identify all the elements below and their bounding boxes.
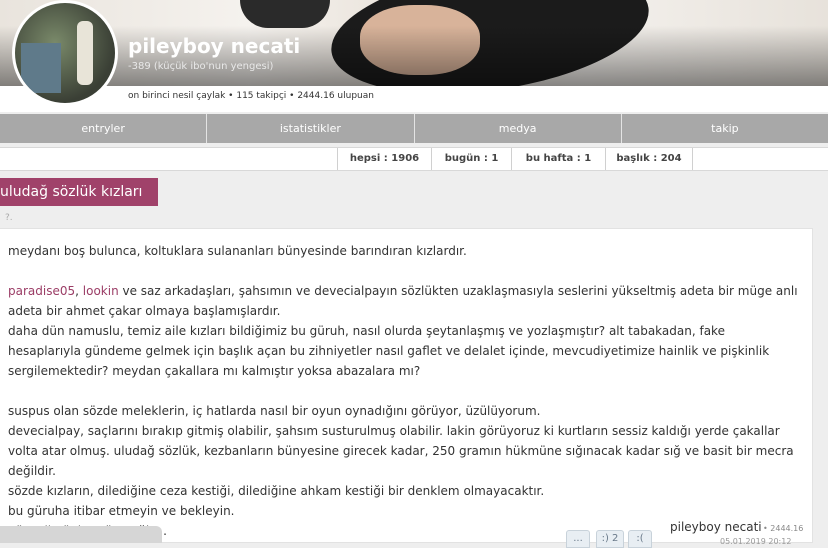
vote-button-other[interactable]: ... — [566, 530, 590, 548]
topic-marker: ?. — [5, 213, 13, 223]
topic-title[interactable]: uludağ sözlük kızları — [0, 178, 158, 206]
entry-toolbar — [0, 526, 162, 543]
entry-line: paradise05, lookin ve saz arkadaşları, ş… — [8, 281, 798, 321]
count-today[interactable]: bugün : 1 — [431, 148, 511, 170]
entry-count-bar: hepsi : 1906 bugün : 1 bu hafta : 1 başl… — [0, 147, 828, 171]
entry-line: suspus olan sözde meleklerin, iç hatlard… — [8, 404, 541, 418]
tab-takip[interactable]: takip — [621, 114, 828, 143]
entry-author-score: • 2444.16 — [763, 524, 804, 533]
entry-line: bu güruha itibar etmeyin ve bekleyin. — [8, 504, 235, 518]
entry-line: daha dün namuslu, temiz aile kızları bil… — [8, 324, 770, 378]
tab-istatistikler[interactable]: istatistikler — [207, 114, 415, 143]
avatar-detail — [21, 43, 61, 93]
profile-header: pileyboy necati -389 (küçük ibo'nun yeng… — [0, 0, 828, 112]
entry-author[interactable]: pileyboy necati — [670, 520, 762, 534]
count-week[interactable]: bu hafta : 1 — [511, 148, 605, 170]
avatar-detail — [77, 21, 93, 85]
entry-line: sözde kızların, dilediğine ceza kestiği,… — [8, 484, 545, 498]
entry-content: meydanı boş bulunca, koltuklara sulananl… — [8, 241, 798, 541]
vote-button-smile[interactable]: :) 2 — [596, 530, 624, 548]
entry-line: devecialpay, saçlarını bırakıp gitmiş ol… — [8, 424, 794, 478]
entry-card: meydanı boş bulunca, koltuklara sulananl… — [0, 228, 813, 543]
profile-stats: on birinci nesil çaylak • 115 takipçi • … — [128, 91, 374, 101]
tab-entryler[interactable]: entryler — [0, 114, 208, 143]
count-titles[interactable]: başlık : 204 — [605, 148, 693, 170]
cover-shade — [0, 0, 828, 86]
entry-text-span: ve saz arkadaşları, şahsımın ve devecial… — [8, 284, 798, 318]
avatar[interactable] — [12, 0, 118, 106]
count-all[interactable]: hepsi : 1906 — [337, 148, 431, 170]
user-link[interactable]: paradise05 — [8, 284, 75, 298]
user-link[interactable]: lookin — [83, 284, 119, 298]
tab-medya[interactable]: medya — [414, 114, 622, 143]
entry-line: meydanı boş bulunca, koltuklara sulananl… — [8, 244, 467, 258]
separator: , — [75, 284, 83, 298]
profile-tabs: entryler istatistikler medya takip — [0, 114, 828, 143]
profile-subtitle: -389 (küçük ibo'nun yengesi) — [128, 61, 274, 72]
entry-date[interactable]: 05.01.2019 20:12 — [720, 537, 791, 546]
vote-button-frown[interactable]: :( — [628, 530, 652, 548]
profile-username: pileyboy necati — [128, 34, 301, 58]
cover-image — [0, 0, 828, 86]
